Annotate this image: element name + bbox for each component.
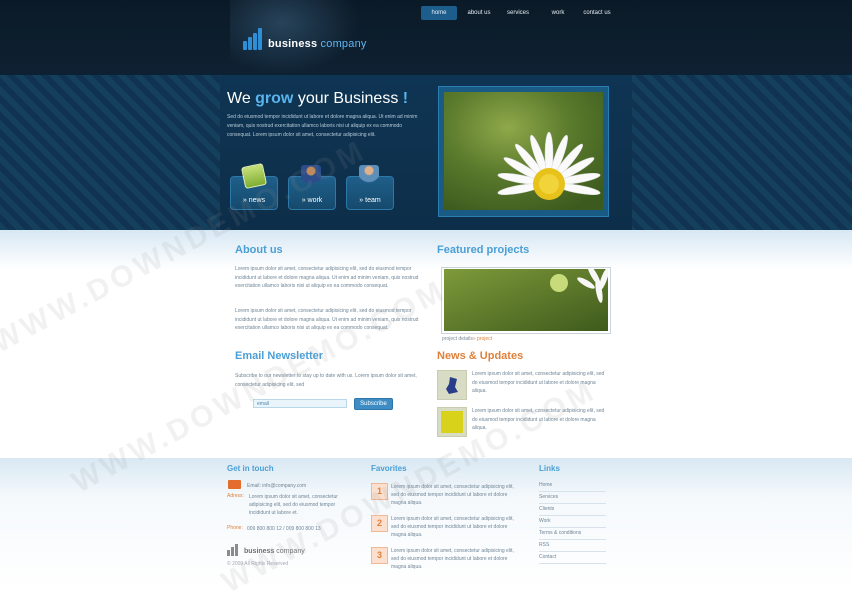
featured-project-image[interactable]: [444, 269, 608, 331]
hero-text: Sed do eiusmod tempor incididunt ut labo…: [227, 114, 418, 138]
footer-favorites-title: Favorites: [371, 464, 407, 473]
content-top-band: [0, 230, 852, 270]
hero-daisy-photo: [444, 92, 603, 210]
favorite-number: 1: [371, 483, 388, 500]
site-logo[interactable]: business company: [268, 38, 367, 50]
news-item-text: Lorem ipsum dolor sit amet, consectetur …: [472, 371, 605, 394]
hero-title: We grow your Business !: [227, 90, 409, 107]
favorite-number: 3: [371, 547, 388, 564]
yellow-square-icon: [441, 411, 463, 433]
footer-contact-title: Get in touch: [227, 464, 274, 473]
email-icon: [228, 480, 241, 489]
favorite-item-text: Lorem ipsum dolor sit amet, consectetur …: [391, 516, 514, 538]
favorite-item-text: Lorem ipsum dolor sit amet, consectetur …: [391, 484, 514, 506]
footer-link-work[interactable]: Work: [539, 516, 606, 528]
footer-link-contact[interactable]: Contact: [539, 552, 606, 564]
news-thumb-1[interactable]: [437, 370, 467, 400]
quick-link-label: » team: [359, 197, 381, 204]
footer-link-clients[interactable]: Clients: [539, 504, 606, 516]
footer-link-home[interactable]: Home: [539, 480, 606, 492]
newsletter-text: Subscribe to our newsletter to stay up t…: [235, 373, 417, 388]
quick-link-work[interactable]: » work: [288, 165, 336, 210]
footer-logo-bars-icon: [227, 544, 241, 556]
footer-phone-label: Phone:: [227, 525, 243, 531]
footer-links-title: Links: [539, 464, 560, 473]
footer-link-rss[interactable]: RSS: [539, 540, 606, 552]
news-item-text: Lorem ipsum dolor sit amet, consectetur …: [472, 408, 605, 431]
footer-link-services[interactable]: Services: [539, 492, 606, 504]
nav-services[interactable]: services: [501, 6, 535, 20]
nav-contact-us[interactable]: contact us: [578, 6, 616, 20]
featured-project-link[interactable]: » project: [473, 336, 492, 342]
footer-link-terms[interactable]: Terms & conditions: [539, 528, 606, 540]
featured-caption: project details» project: [442, 336, 493, 342]
footer-phone: 009 800 800 12 / 009 800 800 13: [247, 526, 321, 532]
newsletter-email-input[interactable]: [253, 399, 347, 408]
quick-link-label: » news: [242, 197, 266, 204]
nav-about-us[interactable]: about us: [460, 6, 498, 20]
footer-email[interactable]: Email: info@company.com: [247, 482, 306, 490]
logo-bars-icon: [243, 28, 263, 50]
favorite-item-text: Lorem ipsum dolor sit amet, consectetur …: [391, 548, 514, 570]
quick-link-label: » work: [301, 197, 323, 204]
newsletter-title: Email Newsletter: [235, 350, 324, 362]
about-title: About us: [235, 244, 283, 256]
favorite-number: 2: [371, 515, 388, 532]
nav-home[interactable]: home: [421, 6, 457, 20]
quick-link-team[interactable]: » team: [346, 165, 394, 210]
footer-logo[interactable]: business company: [244, 548, 305, 555]
news-title: News & Updates: [437, 350, 524, 362]
about-paragraph: Lorem ipsum dolor sit amet, consectetur …: [235, 308, 419, 331]
footer-address-label: Adress:: [227, 493, 244, 499]
nav-work[interactable]: work: [541, 6, 575, 20]
person-icon: [359, 165, 379, 185]
about-paragraph: Lorem ipsum dolor sit amet, consectetur …: [235, 266, 419, 289]
featured-title: Featured projects: [437, 244, 530, 256]
quick-link-news[interactable]: » news: [230, 162, 278, 210]
subscribe-button[interactable]: Subscribe: [354, 398, 393, 410]
shield-icon: [446, 377, 458, 394]
news-thumb-2[interactable]: [437, 407, 467, 437]
notepad-icon: [240, 162, 268, 190]
worker-icon: [301, 165, 321, 185]
footer-address: Lorem ipsum dolor sit amet, consectetur …: [249, 494, 338, 516]
footer-copyright: © 2009 All Rights Reserved: [227, 561, 289, 567]
